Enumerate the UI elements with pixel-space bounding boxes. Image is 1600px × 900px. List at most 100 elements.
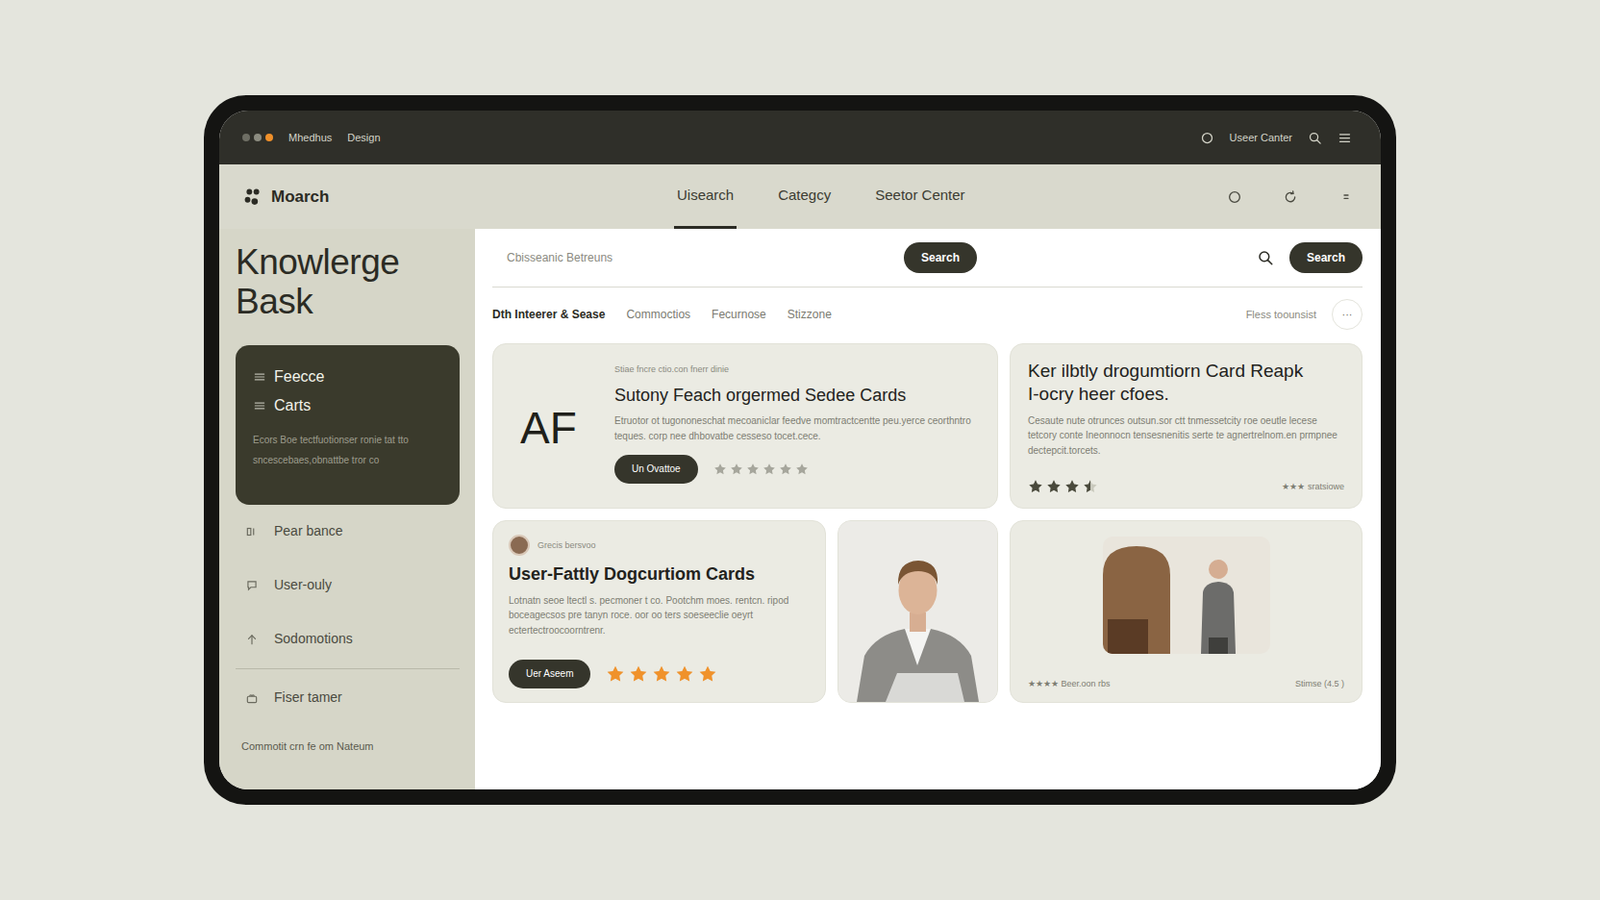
icon-shape [904,628,931,666]
media-photo [1102,536,1271,654]
window-dot[interactable] [253,133,262,142]
icon-shape [763,464,775,475]
sidebar-item-label: User-ouly [274,575,332,596]
icon-shape [1065,480,1078,494]
filter-tab[interactable]: Fecurnose [711,305,767,324]
window-menu-item[interactable]: Mhedhus [288,129,332,147]
icon-shape [1340,133,1350,135]
icon-shape [1340,136,1350,138]
search-button[interactable]: Search [903,242,977,274]
icon-shape [251,198,259,205]
refresh-icon[interactable] [1282,189,1299,205]
icon-shape [700,666,717,682]
icon-shape [1027,478,1044,495]
card-caption: Grecis bersvoo [537,539,597,553]
star-rating [713,462,809,476]
icon-shape [700,666,717,682]
nav-tab[interactable]: Categcy [775,164,834,229]
graphic-icon [1082,478,1091,495]
graphic-icon [1082,478,1099,495]
icon-shape [1268,260,1273,265]
graphic-icon [1046,478,1062,495]
star-icon [762,462,776,476]
graphic-icon [245,632,259,647]
panel-item-label: Carts [274,394,311,418]
icon-shape [1208,637,1228,654]
window-menu-item[interactable]: Design [347,129,380,147]
icon-shape [653,666,671,682]
app-actions [1226,189,1354,205]
search-icon[interactable] [1226,189,1243,205]
star-icon [651,664,672,684]
star-icon [778,462,793,476]
panel-item[interactable]: Carts [252,391,443,421]
user-center-link[interactable]: Useer Canter [1229,129,1293,147]
icon-shape [676,666,694,682]
menu-icon[interactable] [1337,130,1352,146]
star-icon [1027,478,1044,495]
star-icon [1082,478,1099,495]
star-icon [1046,478,1062,495]
sidebar-item[interactable]: Sodomotions [235,612,460,667]
card-footer: ★★★ sratsiowe [1027,478,1345,495]
search-icon[interactable] [1256,249,1275,267]
search-icon[interactable] [1307,130,1323,146]
sort-link[interactable]: Fless toounsist [1246,306,1317,324]
nav-tab[interactable]: Uisearch [674,164,737,229]
card-initials: AF [520,363,615,493]
menu-icon[interactable] [1338,189,1354,205]
icon-shape [1107,619,1149,654]
sidebar-separator [235,668,460,670]
window-dot[interactable] [265,133,274,142]
icon-shape [250,695,255,697]
icon-shape [245,196,251,202]
sidebar-item[interactable]: Fiser tamer [235,671,460,725]
card-caption: Stiae fncre ctio.con fnerr dinie [614,363,976,377]
filter-tab[interactable]: Dth Inteerer & Sease [492,305,605,324]
gift-icon [245,691,259,705]
icon-shape [254,373,264,375]
graphic-icon [245,525,259,539]
chat-icon [245,578,259,593]
icon-shape [909,612,926,632]
filter-tab[interactable]: Stizzone [787,305,832,324]
icon-shape [247,696,256,702]
graphic-icon [252,370,267,384]
card-button[interactable]: Uer Aseem [508,659,591,689]
sidebar-item[interactable]: Pear bance [235,504,460,559]
sidebar-item-label: Pear bance [274,521,344,542]
panel-item[interactable]: Feecce [252,362,443,392]
icon-shape [607,666,625,682]
arrow-up-icon [245,632,259,647]
card-header: Grecis bersvoo [508,534,808,556]
icon-shape [253,188,260,195]
icon-shape [247,527,251,535]
sidebar-item[interactable]: User-ouly [235,558,460,613]
icon-shape [1344,197,1349,199]
card-text: Cesaute nute otrunces outsun.sor ctt tnm… [1027,413,1345,459]
icon-shape [254,378,264,380]
card-body: Stiae fncre ctio.con fnerr dinieSutony F… [614,363,976,493]
nav-tab[interactable]: Seetor Center [872,164,968,229]
card-footer: ★★★★ Beer.oon rbsStimse (4.5 ) [1027,677,1345,692]
more-button[interactable]: ··· [1331,299,1363,330]
filter-tab[interactable]: Commoctios [625,305,691,324]
main-nav: Uisearch Categcy Seetor Center [674,164,969,229]
device-frame: MhedhusDesignUseer CanterMoarchUisearchC… [203,95,1397,805]
search-input[interactable] [492,243,897,273]
icon-shape [249,635,256,640]
sidebar-panel[interactable]: FeecceCartsEcors Boe tectfuotionser roni… [235,345,460,505]
card-button[interactable]: Un Ovattoe [614,454,699,484]
sidebar: Knowlerge BaskFeecceCartsEcors Boe tectf… [219,228,475,790]
window-dot[interactable] [242,133,250,142]
search-button[interactable]: Search [1289,242,1363,274]
graphic-icon [762,462,776,476]
icon-shape [250,635,252,645]
app-bar: MoarchUisearchCategcySeetor Center [219,164,1381,229]
user-icon[interactable] [1200,130,1215,146]
card-meta: Stimse (4.5 ) [1295,677,1345,692]
graphic-icon [1337,130,1352,146]
graphic-icon [1102,536,1271,654]
window-actions: Useer Canter [1200,129,1352,147]
sidebar-item-label: Sodomotions [274,628,353,650]
